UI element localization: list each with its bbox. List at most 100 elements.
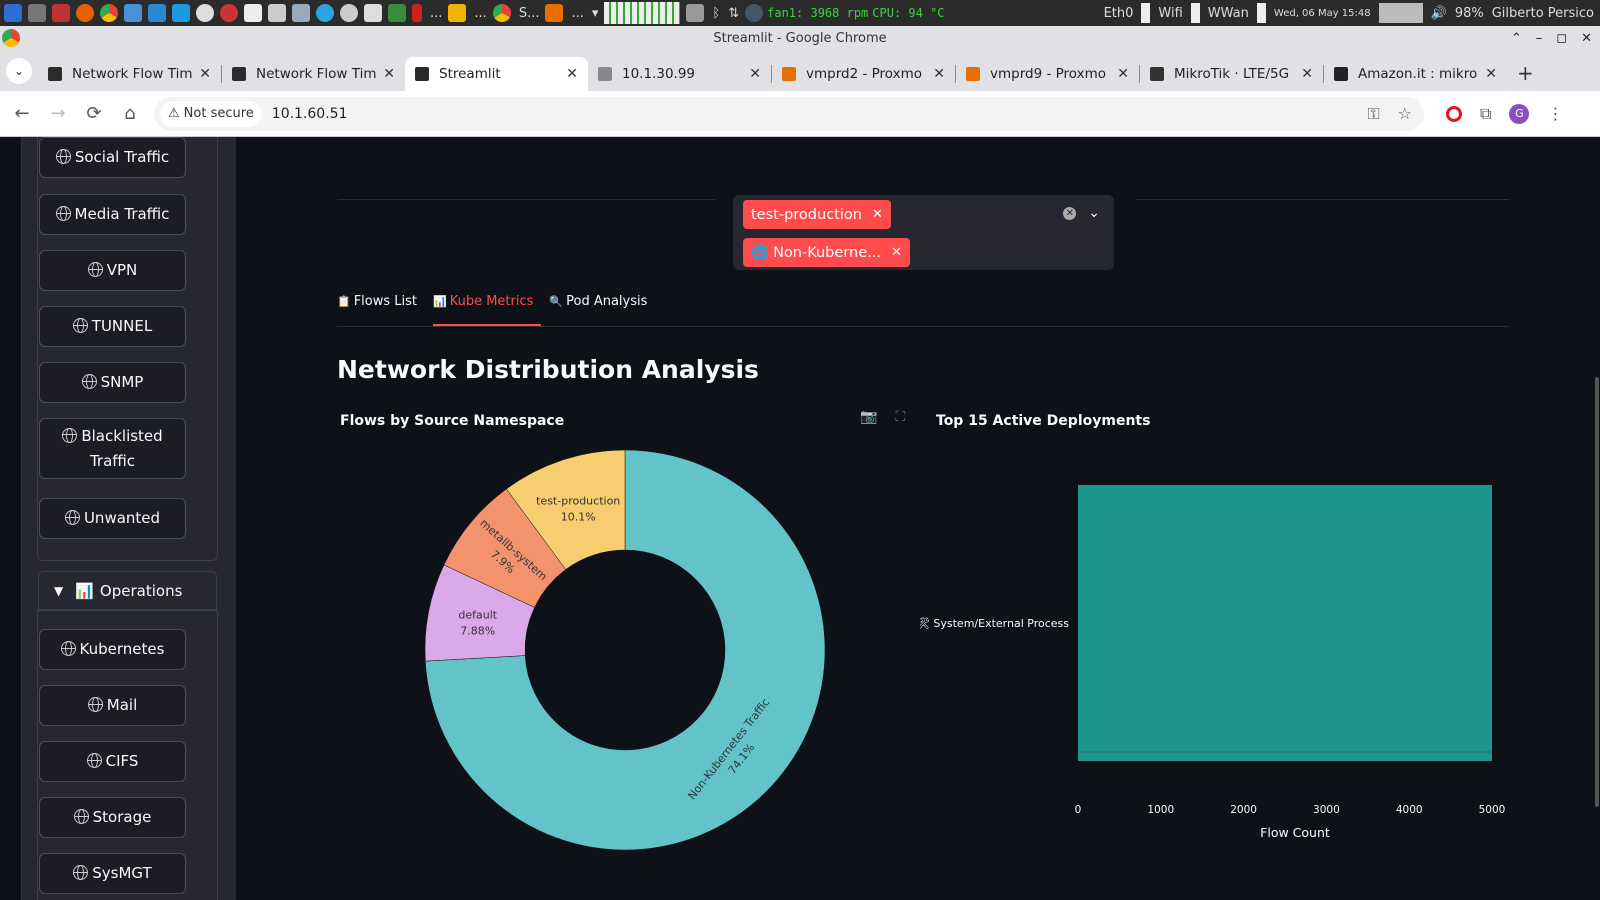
start-menu-icon[interactable] xyxy=(4,4,22,22)
sidebar-nav-button[interactable]: VPN xyxy=(39,250,186,291)
sidebar-nav-button[interactable]: Storage xyxy=(39,797,186,838)
wwan-meter xyxy=(1256,3,1266,23)
operations-expander[interactable]: ▼ 📊 Operations xyxy=(38,571,217,610)
browser-tab[interactable]: 10.1.30.99 ✕ xyxy=(588,57,771,91)
sidebar-nav-button[interactable]: Blacklisted Traffic xyxy=(39,418,186,479)
tab-close-icon[interactable]: ✕ xyxy=(933,66,945,82)
tools-icon[interactable] xyxy=(292,4,310,22)
caret-up-icon[interactable]: ⌃ xyxy=(1511,26,1522,51)
vpn-icon[interactable] xyxy=(340,4,358,22)
chrome-window-icon[interactable] xyxy=(492,4,511,22)
tab-close-icon[interactable]: ✕ xyxy=(1485,66,1497,82)
deployments-bar-chart[interactable]: 🛠 System/External Process 0 1000 2000 3000 40… xyxy=(920,455,1560,885)
chrome-icon[interactable] xyxy=(100,4,118,22)
transfer-icon[interactable]: ⇅ xyxy=(728,6,739,21)
forward-button[interactable]: → xyxy=(40,103,76,124)
pen-icon[interactable] xyxy=(412,4,422,22)
tab-close-icon[interactable]: ✕ xyxy=(1117,66,1129,82)
kebab-menu-icon[interactable]: ⋮ xyxy=(1547,104,1563,123)
tab-close-icon[interactable]: ✕ xyxy=(566,66,578,82)
main-tab[interactable]: 🔍 Pod Analysis xyxy=(549,294,655,325)
app2-icon[interactable] xyxy=(196,4,214,22)
user-name[interactable]: Gilberto Persico xyxy=(1492,6,1594,21)
volume-icon[interactable]: 🔊 xyxy=(1431,6,1447,21)
home-button[interactable]: ⌂ xyxy=(112,103,148,124)
browser-tab[interactable]: MikroTik · LTE/5G ✕ xyxy=(1140,57,1323,91)
spreadsheet-icon[interactable] xyxy=(388,4,406,22)
proxmox-icon[interactable] xyxy=(545,4,564,22)
extensions-puzzle-icon[interactable]: ⧉ xyxy=(1480,104,1491,124)
browser-tab[interactable]: vmprd2 - Proxmo ✕ xyxy=(772,57,955,91)
browser-tab[interactable]: Network Flow Tim ✕ xyxy=(222,57,405,91)
taskbar-window-label[interactable]: ... xyxy=(571,6,583,21)
sidebar-nav-button[interactable]: SysMGT xyxy=(39,853,186,894)
browser-tab[interactable]: Streamlit ✕ xyxy=(405,57,588,91)
vscode-icon[interactable] xyxy=(148,4,166,22)
sidebar-nav-button[interactable]: SNMP xyxy=(39,362,186,403)
note-icon[interactable] xyxy=(448,4,467,22)
bar[interactable] xyxy=(1078,485,1492,761)
back-button[interactable]: ← xyxy=(4,103,40,124)
filter-chip[interactable]: test-production ✕ xyxy=(743,200,891,229)
terminal-icon[interactable] xyxy=(52,4,70,22)
firefox-icon[interactable] xyxy=(76,4,94,22)
browser-tab[interactable]: Amazon.it : mikro ✕ xyxy=(1324,57,1507,91)
opera-extension-icon[interactable] xyxy=(1446,105,1462,122)
profile-avatar[interactable]: G xyxy=(1509,103,1530,124)
url-text[interactable]: 10.1.60.51 xyxy=(272,106,348,122)
reload-button[interactable]: ⟳ xyxy=(76,103,112,124)
chip-remove-icon[interactable]: ✕ xyxy=(872,207,883,222)
browser-tab[interactable]: vmprd9 - Proxmo ✕ xyxy=(956,57,1139,91)
sidebar-nav-button[interactable]: CIFS xyxy=(39,741,186,782)
files-icon[interactable] xyxy=(124,4,142,22)
tab-close-icon[interactable]: ✕ xyxy=(199,66,211,82)
sidebar-nav-button[interactable]: Unwanted xyxy=(39,498,186,539)
chip-remove-icon[interactable]: ✕ xyxy=(891,245,902,260)
editor-icon[interactable] xyxy=(364,4,382,22)
shield-icon[interactable] xyxy=(268,4,286,22)
active-window-thumb[interactable] xyxy=(1378,3,1423,23)
main-tab[interactable]: 📊 Kube Metrics xyxy=(433,294,542,326)
bookmark-star-icon[interactable]: ☆ xyxy=(1398,104,1412,124)
taskbar-item-label[interactable]: ... xyxy=(474,6,486,21)
main-tab[interactable]: 📋 Flows List xyxy=(337,294,425,325)
app3-icon[interactable] xyxy=(220,4,238,22)
security-chip[interactable]: ⚠ Not secure xyxy=(160,100,262,127)
network-icon[interactable] xyxy=(686,4,705,22)
maximize-icon[interactable]: ◻ xyxy=(1556,26,1567,51)
namespace-multiselect[interactable]: test-production ✕ 🌐 Non-Kuberne... ✕ ✕ ⌄ xyxy=(733,195,1114,270)
sidebar-nav-button[interactable]: Mail xyxy=(39,685,186,726)
bluetooth-icon[interactable]: ᛒ xyxy=(712,6,720,21)
dropdown-arrow-icon[interactable]: ▾ xyxy=(592,6,599,21)
omnibox[interactable]: ⚠ Not secure 10.1.60.51 ⚿ ☆ xyxy=(154,96,1424,131)
tab-label: Amazon.it : mikro xyxy=(1358,66,1478,82)
tab-close-icon[interactable]: ✕ xyxy=(1301,66,1313,82)
camera-icon[interactable]: 📷 xyxy=(860,409,877,425)
minimize-icon[interactable]: – xyxy=(1536,26,1543,51)
chevron-down-icon[interactable]: ⌄ xyxy=(1088,205,1100,221)
page-scrollbar[interactable] xyxy=(1595,377,1599,807)
tab-close-icon[interactable]: ✕ xyxy=(749,66,761,82)
sidebar-nav-button[interactable]: Media Traffic xyxy=(39,194,186,235)
telegram-icon[interactable] xyxy=(316,4,334,22)
taskbar-window-label[interactable]: S... xyxy=(519,6,540,21)
settings-icon[interactable] xyxy=(28,4,46,22)
filter-chip[interactable]: 🌐 Non-Kuberne... ✕ xyxy=(743,238,910,267)
sidebar-nav-button[interactable]: Kubernetes xyxy=(39,629,186,670)
close-window-icon[interactable]: ✕ xyxy=(1581,26,1592,51)
sidebar-button-label: Blacklisted Traffic xyxy=(81,426,163,470)
fullscreen-icon[interactable]: ⛶ xyxy=(895,409,905,425)
clock[interactable]: Wed, 06 May 15:48 xyxy=(1274,8,1371,19)
clear-all-icon[interactable]: ✕ xyxy=(1063,206,1077,220)
tab-search-button[interactable]: ⌄ xyxy=(6,58,32,84)
sidebar-nav-button[interactable]: Social Traffic xyxy=(39,137,186,178)
namespace-pie-chart[interactable]: Non-Kubernetes Traffic74.1%default7.88%m… xyxy=(395,437,855,857)
taskbar-item-label[interactable]: ... xyxy=(430,6,442,21)
sidebar-nav-button[interactable]: TUNNEL xyxy=(39,306,186,347)
new-tab-button[interactable]: + xyxy=(1517,61,1534,85)
tab-close-icon[interactable]: ✕ xyxy=(383,66,395,82)
app-icon[interactable] xyxy=(172,4,190,22)
password-key-icon[interactable]: ⚿ xyxy=(1367,104,1379,124)
browser-tab[interactable]: Network Flow Tim ✕ xyxy=(38,57,221,91)
document-icon[interactable] xyxy=(244,4,262,22)
